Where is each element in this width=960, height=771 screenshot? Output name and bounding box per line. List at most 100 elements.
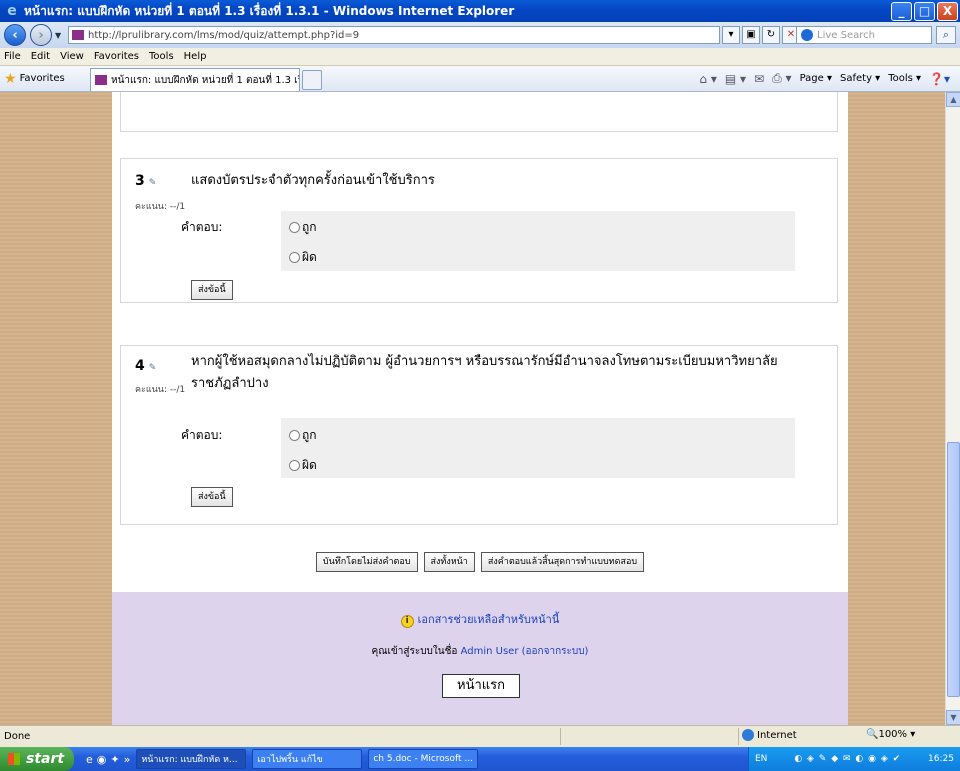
status-divider <box>738 728 739 745</box>
address-url: http://lprulibrary.com/lms/mod/quiz/atte… <box>88 29 360 41</box>
print-icon[interactable]: ⎙ ▾ <box>772 71 791 86</box>
start-label: start <box>26 751 65 767</box>
quicklaunch-overflow-icon[interactable]: » <box>124 753 131 766</box>
question-number-text: 4 <box>135 358 145 374</box>
task-browser[interactable]: หน้าแรก: แบบฝึกหัด ห... <box>136 749 247 769</box>
save-without-submit-button[interactable]: บันทึกโดยไม่ส่งคำตอบ <box>315 552 418 572</box>
status-bar: Done Internet 🔍100% ▾ <box>0 725 960 747</box>
command-bar: ⌂ ▾ ▤ ▾ ✉ ⎙ ▾ Page ▾ Safety ▾ Tools ▾ ❓▾ <box>699 71 950 86</box>
question-number: 3 ✎ <box>135 173 156 189</box>
address-input[interactable]: http://lprulibrary.com/lms/mod/quiz/atte… <box>68 26 720 44</box>
media-quicklaunch-icon[interactable]: ✦ <box>110 753 119 766</box>
menu-file[interactable]: File <box>4 51 21 62</box>
help-link[interactable]: i เอกสารช่วยเหลือสำหรับหน้านี้ <box>112 610 848 628</box>
page-menu[interactable]: Page ▾ <box>800 73 832 84</box>
help-icon[interactable]: ❓▾ <box>929 72 950 86</box>
favorites-star-icon: ★ <box>4 70 17 87</box>
option-false-label: ผิด <box>302 250 317 264</box>
compatibility-icon[interactable]: ▣ <box>742 26 760 44</box>
history-dropdown-icon[interactable]: ▼ <box>55 31 65 40</box>
edit-question-icon[interactable]: ✎ <box>149 363 157 373</box>
zoom-level[interactable]: 🔍100% ▾ <box>866 729 915 740</box>
logout-link[interactable]: (ออกจากระบบ) <box>522 646 589 657</box>
edit-question-icon[interactable]: ✎ <box>149 178 157 188</box>
submit-page-button[interactable]: ส่งทั้งหน้า <box>423 552 475 572</box>
system-tray: EN ◐ ◈ ✎ ◆ ✉ ◐ ◉ ◈ ✔ 16:25 <box>748 747 960 771</box>
favorites-button[interactable]: ★ Favorites <box>4 71 65 87</box>
radio-true[interactable] <box>289 222 300 233</box>
question-text-line-2: ราชภัฏลำปาง <box>191 376 269 391</box>
login-prefix: คุณเข้าสู่ระบบในชื่อ <box>371 646 458 657</box>
search-go-icon[interactable]: ⌕ <box>936 26 956 44</box>
maximize-button[interactable]: □ <box>914 2 935 21</box>
question-text-line-1: หากผู้ใช้หอสมุดกลางไม่ปฏิบัติตาม ผู้อำนว… <box>191 354 778 369</box>
user-link[interactable]: Admin User <box>461 646 519 657</box>
mail-icon[interactable]: ✉ <box>754 72 764 86</box>
menu-favorites[interactable]: Favorites <box>94 51 139 62</box>
option-true-label: ถูก <box>302 428 317 442</box>
start-button[interactable]: start <box>0 747 74 771</box>
windows-logo-icon <box>8 753 20 765</box>
language-indicator[interactable]: EN <box>755 754 767 764</box>
option-true[interactable]: ถูก <box>289 426 317 445</box>
ie-icon: e <box>7 3 17 19</box>
page-viewport: 3 ✎ แสดงบัตรประจำตัวทุกครั้งก่อนเข้าใช้บร… <box>0 92 945 725</box>
feeds-icon[interactable]: ▤ ▾ <box>725 72 746 86</box>
scroll-down-icon[interactable]: ▼ <box>946 710 960 725</box>
radio-true[interactable] <box>289 430 300 441</box>
previous-question-box <box>120 92 838 132</box>
live-search-input[interactable]: Live Search <box>796 26 932 44</box>
task-word[interactable]: ch 5.doc - Microsoft ... <box>368 749 479 769</box>
safety-menu[interactable]: Safety ▾ <box>840 73 880 84</box>
question-score: คะแนน: --/1 <box>135 202 186 212</box>
page-footer: i เอกสารช่วยเหลือสำหรับหน้านี้ คุณเข้าสู่… <box>112 592 848 725</box>
address-buttons: ▾ ▣ ↻ ✕ <box>722 26 800 44</box>
tools-menu[interactable]: Tools ▾ <box>888 73 921 84</box>
tab-title: หน้าแรก: แบบฝึกหัด หน่วยที่ 1 ตอนที่ 1.3… <box>111 74 299 86</box>
menu-view[interactable]: View <box>60 51 84 62</box>
firefox-quicklaunch-icon[interactable]: ◉ <box>97 753 107 766</box>
new-tab-button[interactable] <box>302 70 322 90</box>
home-button[interactable]: หน้าแรก <box>442 674 520 698</box>
scroll-thumb[interactable] <box>947 442 960 697</box>
home-icon[interactable]: ⌂ ▾ <box>699 72 716 86</box>
forward-button[interactable]: › <box>30 24 52 46</box>
submit-question-button[interactable]: ส่งข้อนี้ <box>191 280 233 300</box>
radio-false[interactable] <box>289 252 300 263</box>
help-link-text: เอกสารช่วยเหลือสำหรับหน้านี้ <box>417 613 560 626</box>
info-icon: i <box>400 615 414 628</box>
question-4: 4 ✎ หากผู้ใช้หอสมุดกลางไม่ปฏิบัติตาม ผู้อ… <box>120 345 838 525</box>
window-titlebar: e หน้าแรก: แบบฝึกหัด หน่วยที่ 1 ตอนที่ 1… <box>0 0 960 22</box>
option-false[interactable]: ผิด <box>289 456 317 475</box>
site-favicon-icon <box>72 30 84 40</box>
vertical-scrollbar[interactable]: ▲ ▼ <box>945 92 960 725</box>
radio-false[interactable] <box>289 460 300 471</box>
menu-tools[interactable]: Tools <box>149 51 174 62</box>
close-button[interactable]: X <box>937 2 958 21</box>
option-false[interactable]: ผิด <box>289 248 317 267</box>
scroll-up-icon[interactable]: ▲ <box>946 92 960 107</box>
answer-row-1 <box>281 418 795 448</box>
back-button[interactable]: ‹ <box>4 24 26 46</box>
task-folder[interactable]: เอาไปพริ้น แก้ไข <box>252 749 363 769</box>
submit-all-finish-button[interactable]: ส่งคำตอบแล้วสิ้นสุดการทำแบบทดสอบ <box>480 552 645 572</box>
question-3: 3 ✎ แสดงบัตรประจำตัวทุกครั้งก่อนเข้าใช้บร… <box>120 158 838 303</box>
answer-row-2 <box>281 241 795 271</box>
quick-launch: e ◉ ✦ » <box>86 753 130 766</box>
submit-question-button[interactable]: ส่งข้อนี้ <box>191 487 233 507</box>
address-dropdown-icon[interactable]: ▾ <box>722 26 740 44</box>
refresh-icon[interactable]: ↻ <box>762 26 780 44</box>
answer-label: คำตอบ: <box>181 428 223 442</box>
minimize-button[interactable]: _ <box>891 2 912 21</box>
ie-quicklaunch-icon[interactable]: e <box>86 753 93 766</box>
favorites-label: Favorites <box>19 73 65 84</box>
security-zone[interactable]: Internet <box>742 729 797 741</box>
windows-taskbar: start e ◉ ✦ » หน้าแรก: แบบฝึกหัด ห... เอ… <box>0 747 960 771</box>
browser-tab[interactable]: หน้าแรก: แบบฝึกหัด หน่วยที่ 1 ตอนที่ 1.3… <box>90 68 300 91</box>
globe-icon <box>742 729 754 741</box>
question-text: แสดงบัตรประจำตัวทุกครั้งก่อนเข้าใช้บริกา… <box>191 173 435 188</box>
menu-edit[interactable]: Edit <box>31 51 50 62</box>
question-number: 4 ✎ <box>135 358 156 374</box>
menu-help[interactable]: Help <box>184 51 207 62</box>
option-true[interactable]: ถูก <box>289 218 317 237</box>
